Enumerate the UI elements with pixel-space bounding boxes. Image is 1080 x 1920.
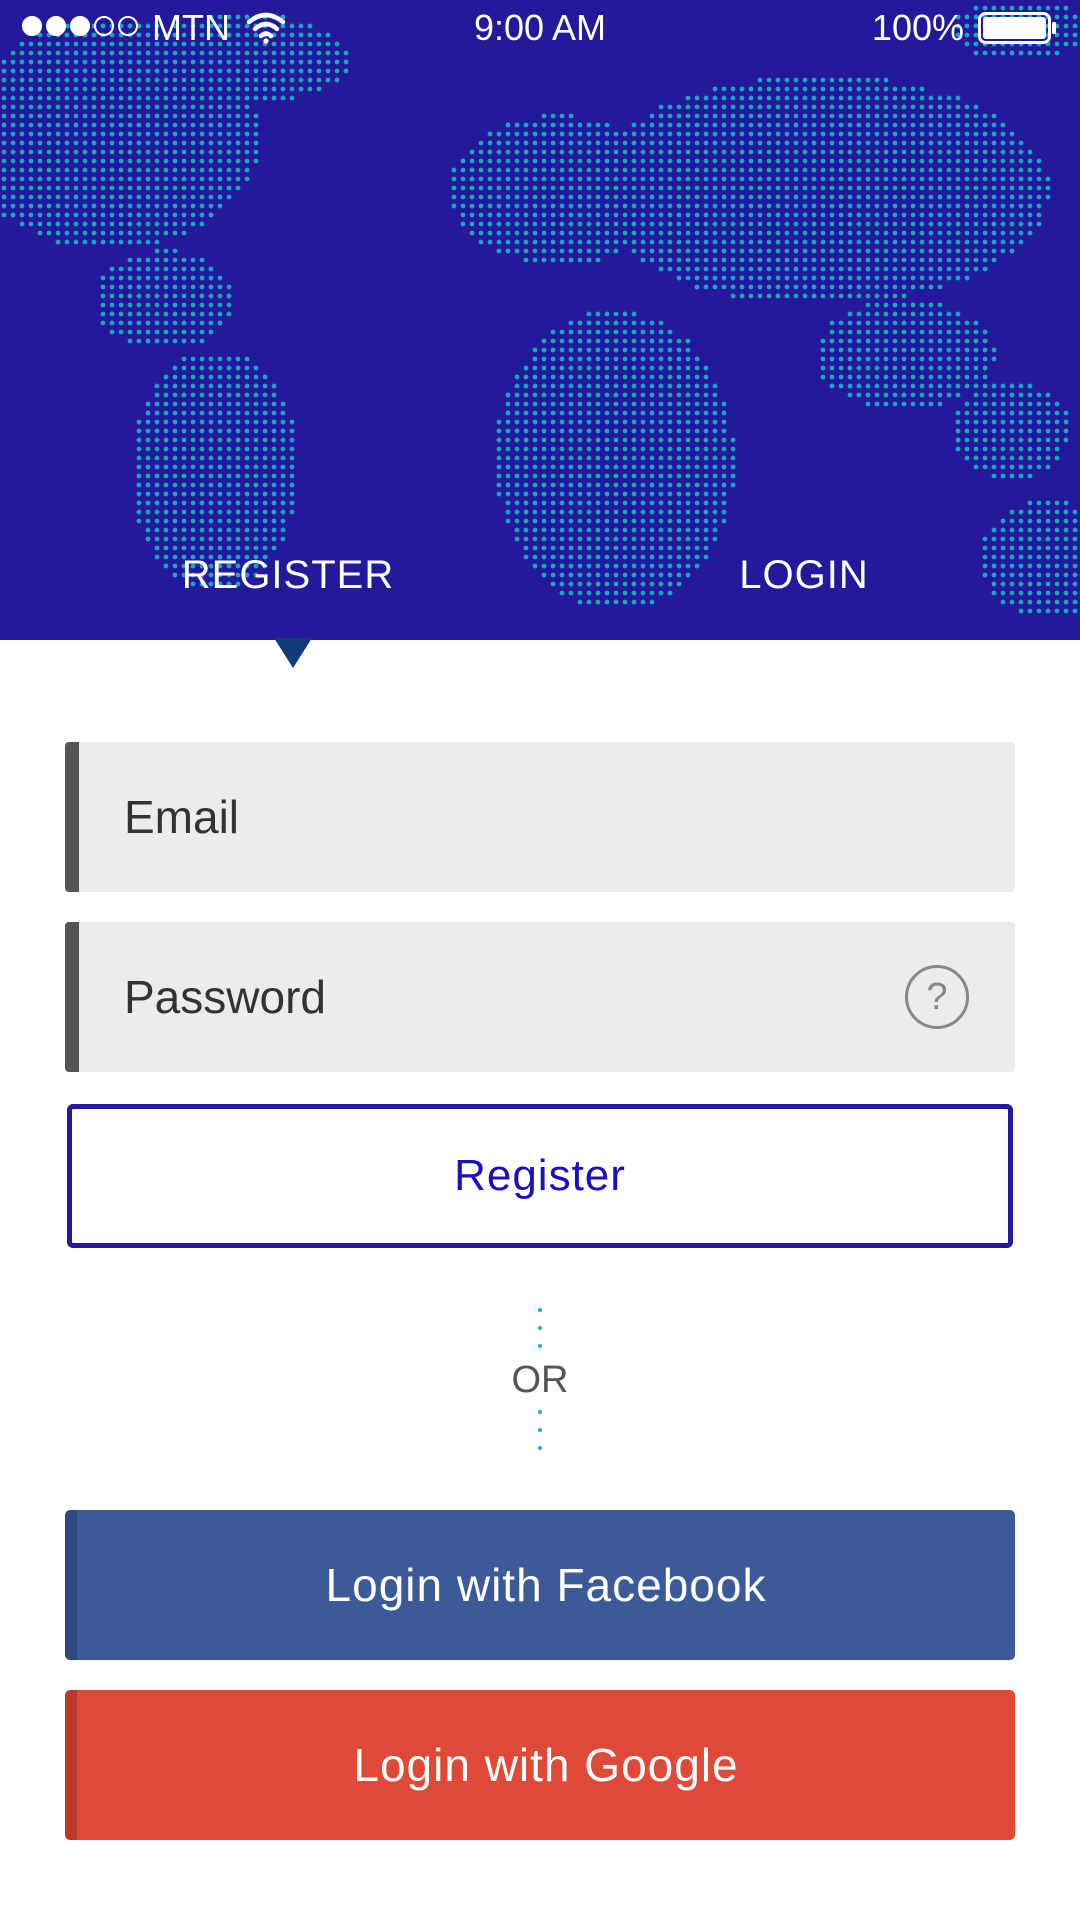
login-google-button[interactable]: Login with Google — [65, 1690, 1015, 1840]
divider-dots-top — [538, 1308, 542, 1348]
register-button[interactable]: Register — [67, 1104, 1013, 1248]
login-facebook-button[interactable]: Login with Facebook — [65, 1510, 1015, 1660]
divider-dots-bottom — [538, 1410, 542, 1450]
email-field[interactable] — [65, 742, 1015, 892]
help-icon[interactable]: ? — [905, 965, 969, 1029]
battery-icon — [978, 12, 1056, 44]
active-tab-indicator — [274, 638, 312, 668]
tab-login[interactable]: LOGIN — [654, 550, 954, 600]
tab-register[interactable]: REGISTER — [138, 550, 438, 600]
password-field[interactable]: ? — [65, 922, 1015, 1072]
password-input[interactable] — [124, 922, 904, 1072]
battery-percent: 100% — [871, 7, 964, 48]
status-bar: MTN 9:00 AM 100% — [0, 0, 1080, 56]
email-input[interactable] — [124, 742, 904, 892]
world-map-illustration — [1, 5, 1078, 614]
register-screen: MTN 9:00 AM 100% REGISTER LOGIN ? Regist… — [0, 0, 1080, 1920]
or-divider-label: OR — [511, 1359, 569, 1401]
header-world-map: MTN 9:00 AM 100% REGISTER LOGIN — [0, 0, 1080, 640]
